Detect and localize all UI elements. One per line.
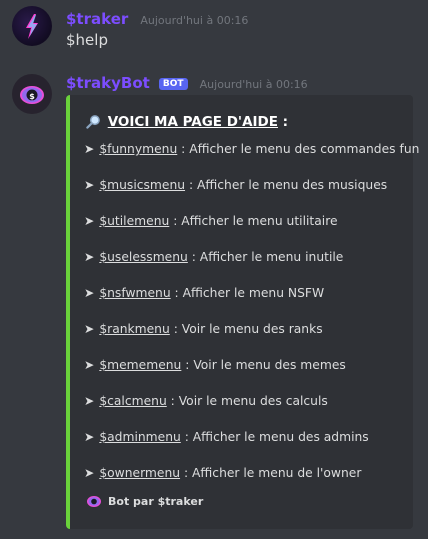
command-link[interactable]: $mememenu: [99, 358, 181, 372]
list-item: ➤ $funnymenu : Afficher le menu des comma…: [84, 142, 419, 156]
arrow-icon: ➤: [84, 178, 95, 192]
arrow-icon: ➤: [84, 430, 95, 444]
command-link[interactable]: $calcmenu: [99, 394, 166, 408]
arrow-icon: ➤: [84, 322, 95, 336]
command-link[interactable]: $uselessmenu: [99, 250, 188, 264]
list-item: ➤ $nsfwmenu : Afficher le menu NSFW: [84, 286, 324, 300]
embed-footer: Bot par $traker: [86, 493, 203, 509]
message-text: $help: [66, 31, 108, 49]
command-description: : Afficher le menu des admins: [180, 430, 369, 444]
command-description: : Afficher le menu de l'owner: [180, 466, 362, 480]
list-item: ➤ $calcmenu : Voir le menu des calculs: [84, 394, 328, 408]
command-description: : Afficher le menu des musiques: [185, 178, 388, 192]
command-description: : Voir le menu des calculs: [166, 394, 328, 408]
arrow-icon: ➤: [84, 394, 95, 408]
timestamp: Aujourd'hui à 00:16: [199, 78, 308, 91]
list-item: ➤ $ownermenu : Afficher le menu de l'owne…: [84, 466, 361, 480]
svg-text:$: $: [29, 92, 35, 101]
arrow-icon: ➤: [84, 250, 95, 264]
arrow-icon: ➤: [84, 142, 95, 156]
command-link[interactable]: $rankmenu: [99, 322, 169, 336]
list-item: ➤ $adminmenu : Afficher le menu des admin…: [84, 430, 369, 444]
footer-text: Bot par $traker: [108, 495, 204, 508]
timestamp: Aujourd'hui à 00:16: [140, 14, 249, 27]
magnifying-glass-icon: [86, 115, 100, 129]
bot-badge: BOT: [158, 78, 188, 90]
command-description: : Afficher le menu utilitaire: [169, 214, 338, 228]
command-link[interactable]: $funnymenu: [99, 142, 177, 156]
command-link[interactable]: $nsfwmenu: [99, 286, 170, 300]
arrow-icon: ➤: [84, 358, 95, 372]
username[interactable]: $traker: [66, 10, 128, 28]
command-description: : Afficher le menu inutile: [187, 250, 344, 264]
embed-title-text: VOICI MA PAGE D'AIDE: [107, 114, 278, 130]
list-item: ➤ $musicsmenu : Afficher le menu des musi…: [84, 178, 387, 192]
list-item: ➤ $uselessmenu : Afficher le menu inutile: [84, 250, 343, 264]
command-description: : Voir le menu des ranks: [169, 322, 323, 336]
command-description: : Afficher le menu NSFW: [170, 286, 325, 300]
list-item: ➤ $utilemenu : Afficher le menu utilitair…: [84, 214, 338, 228]
list-item: ➤ $rankmenu : Voir le menu des ranks: [84, 322, 323, 336]
command-link[interactable]: $ownermenu: [99, 466, 180, 480]
embed-title-suffix: :: [277, 114, 289, 130]
traker-avatar-icon: [26, 14, 38, 39]
avatar[interactable]: $: [12, 74, 52, 114]
arrow-icon: ➤: [84, 286, 95, 300]
username[interactable]: $trakyBot: [66, 74, 150, 92]
help-embed: VOICI MA PAGE D'AIDE : ➤ $funnymenu : Aff…: [66, 95, 419, 529]
list-item: ➤ $mememenu : Voir le menu des memes: [84, 358, 346, 372]
arrow-icon: ➤: [84, 214, 95, 228]
command-link[interactable]: $utilemenu: [99, 214, 169, 228]
embed-title: VOICI MA PAGE D'AIDE :: [86, 114, 288, 130]
command-link[interactable]: $adminmenu: [99, 430, 181, 444]
arrow-icon: ➤: [84, 466, 95, 480]
command-link[interactable]: $musicsmenu: [99, 178, 185, 192]
bot-avatar-icon: $: [20, 86, 44, 104]
avatar[interactable]: [12, 6, 52, 46]
command-description: : Afficher le menu des commandes fun: [177, 142, 420, 156]
command-description: : Voir le menu des memes: [181, 358, 346, 372]
bot-footer-icon: [87, 496, 101, 507]
